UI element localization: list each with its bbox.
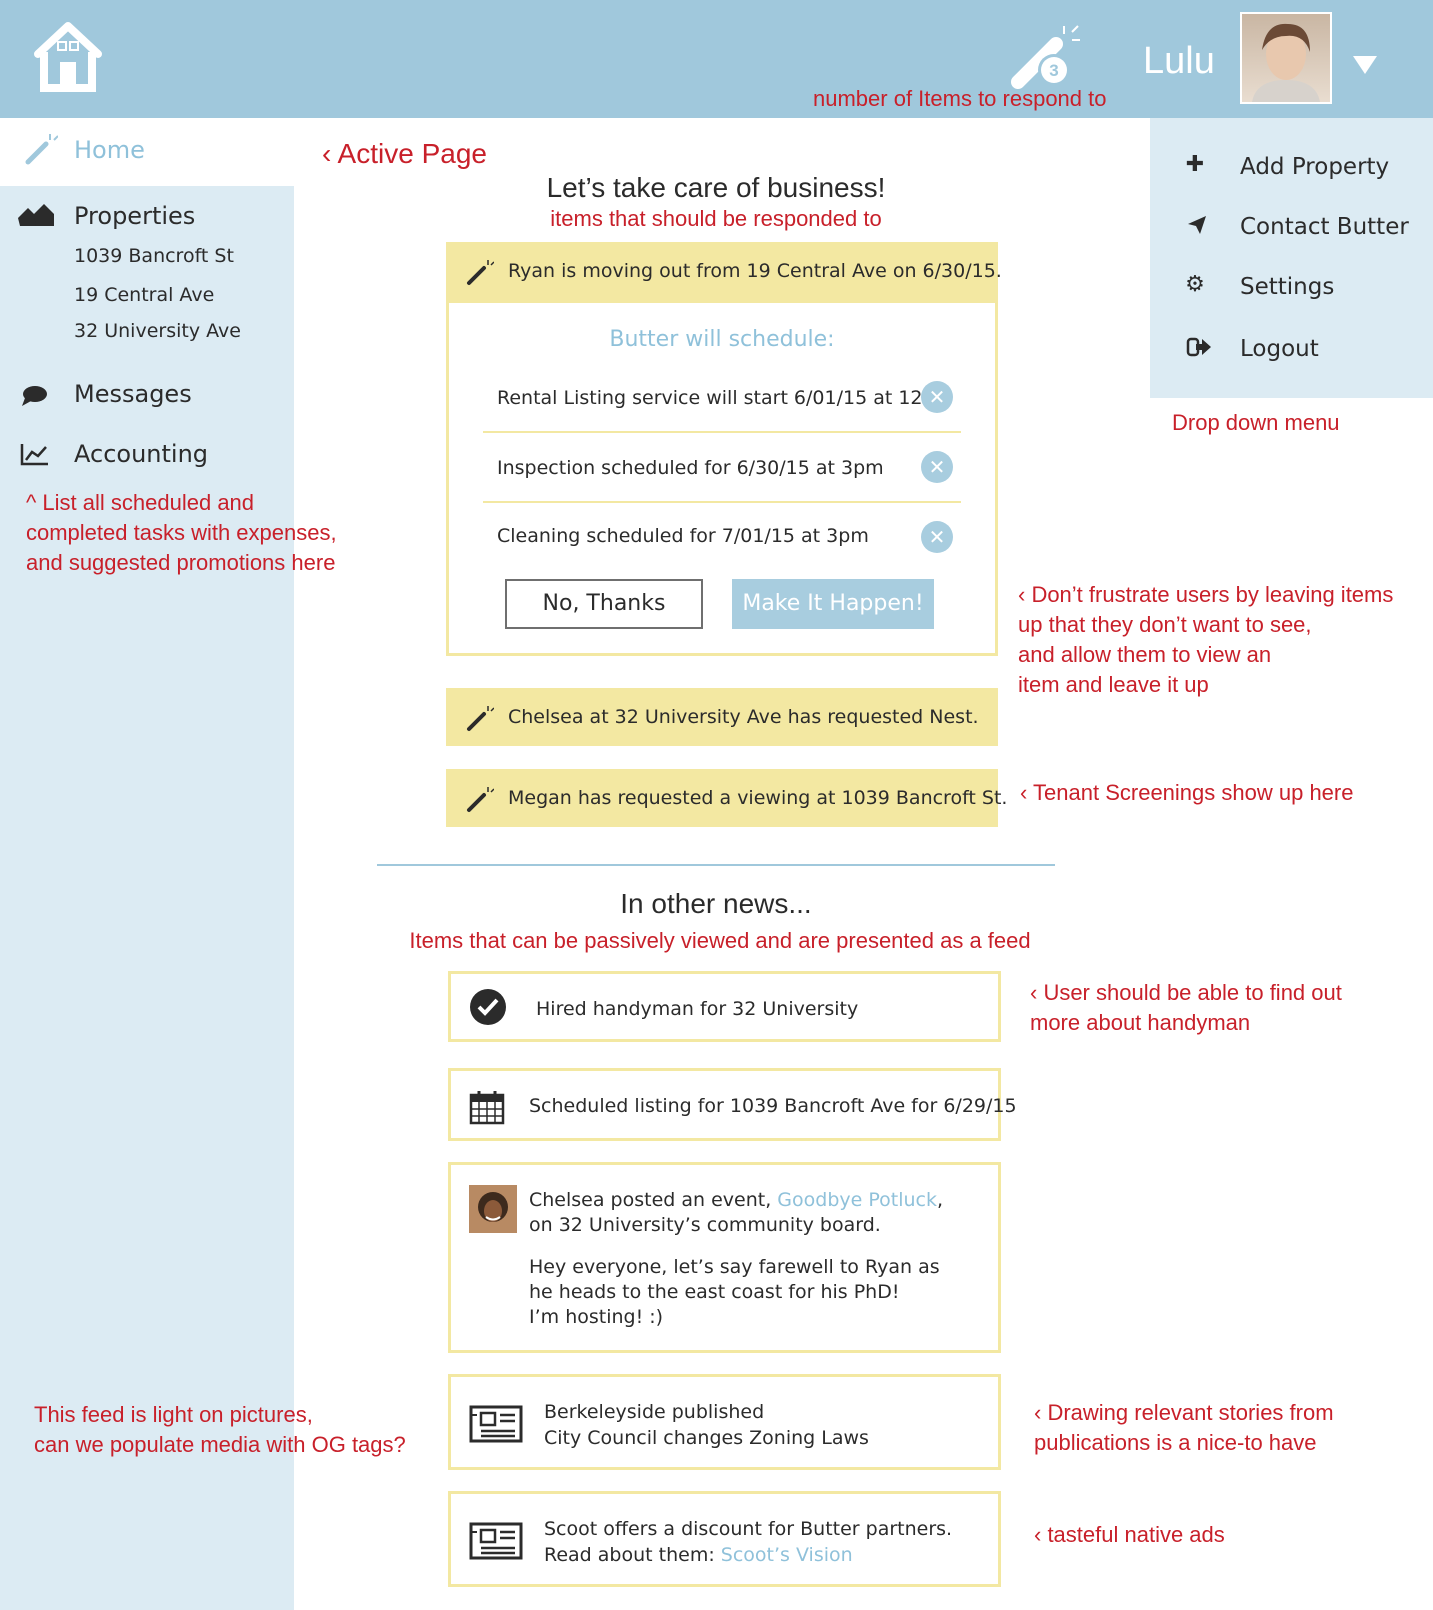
feed-item-event[interactable]: Chelsea posted an event, Goodbye Potluck… <box>448 1162 1001 1353</box>
dropdown-item-label: Contact Butter <box>1240 214 1409 240</box>
wand-icon <box>466 258 495 290</box>
annotation-dropdown: Drop down menu <box>1172 410 1340 435</box>
alert-viewing-request[interactable]: Megan has requested a viewing at 1039 Ba… <box>446 769 1007 827</box>
publication-line1: Berkeleyside published <box>544 1401 765 1423</box>
page-title: Let’s take care of business! <box>546 172 886 203</box>
remove-icon[interactable]: ✕ <box>921 521 953 553</box>
chat-bubble-icon <box>20 384 48 412</box>
ad-line1: Scoot offers a discount for Butter partn… <box>544 1518 953 1540</box>
annotation-ads: ‹ tasteful native ads <box>1034 1522 1225 1547</box>
dropdown-caret-icon[interactable] <box>1353 56 1377 74</box>
schedule-row: Inspection scheduled for 6/30/15 at 3pm … <box>483 433 961 501</box>
dropdown-item-label: Logout <box>1240 336 1319 362</box>
annotation-tenant: ‹ Tenant Screenings show up here <box>1020 780 1354 805</box>
scoots-vision-link[interactable]: Scoot’s Vision <box>721 1544 853 1566</box>
annotation-pictures: This feed is light on pictures, can we p… <box>34 1402 406 1457</box>
wand-icon <box>466 785 495 817</box>
event-body: Hey everyone, let’s say farewell to Ryan… <box>529 1256 940 1328</box>
feed-text: Hired handyman for 32 University <box>536 998 859 1020</box>
feed-item-ad[interactable]: Scoot offers a discount for Butter partn… <box>448 1491 1001 1587</box>
houses-icon <box>16 202 56 232</box>
schedule-row-text: Inspection scheduled for 6/30/15 at 3pm <box>497 457 884 479</box>
make-it-happen-button[interactable]: Make It Happen! <box>732 579 934 629</box>
sidebar-item-accounting[interactable]: Accounting <box>0 436 294 476</box>
wand-icon <box>466 704 495 736</box>
line-chart-icon <box>20 442 50 470</box>
annotation-handyman: ‹ User should be able to find out more a… <box>1030 980 1342 1035</box>
feed-item-handyman[interactable]: Hired handyman for 32 University <box>448 971 1001 1042</box>
home-logo-icon[interactable] <box>30 18 106 94</box>
notification-count: 3 <box>1049 61 1058 80</box>
annotation-active-page: ‹ Active Page <box>322 138 487 169</box>
event-line1: Chelsea posted an event, Goodbye Potluck… <box>529 1189 944 1211</box>
zoning-article-link[interactable]: City Council changes Zoning Laws <box>544 1427 869 1449</box>
schedule-row-text: Rental Listing service will start 6/01/1… <box>497 387 953 409</box>
ad-line2: Read about them: Scoot’s Vision <box>544 1544 853 1566</box>
sidebar-subitem-property[interactable]: 19 Central Ave <box>74 284 214 306</box>
sidebar-item-label: Home <box>74 136 145 164</box>
alert-move-out[interactable]: Ryan is moving out from 19 Central Ave o… <box>446 242 1002 300</box>
goodbye-potluck-link[interactable]: Goodbye Potluck <box>777 1189 937 1211</box>
annotation-respond: items that should be responded to <box>550 206 882 231</box>
paper-plane-icon <box>1186 214 1208 240</box>
gear-icon: ⚙ <box>1185 272 1205 297</box>
annotation-feed: Items that can be passively viewed and a… <box>409 928 1031 953</box>
user-avatar[interactable] <box>1240 12 1332 104</box>
top-header <box>0 0 1433 118</box>
alert-nest-request[interactable]: Chelsea at 32 University Ave has request… <box>446 688 998 746</box>
dropdown-item-label: Add Property <box>1240 154 1390 180</box>
feed-item-listing[interactable]: Scheduled listing for 1039 Bancroft Ave … <box>448 1068 1017 1141</box>
schedule-row-text: Cleaning scheduled for 7/01/15 at 3pm <box>497 525 869 547</box>
alert-text: Chelsea at 32 University Ave has request… <box>508 706 979 728</box>
sidebar-item-label: Accounting <box>74 440 209 468</box>
wand-icon <box>24 132 59 170</box>
schedule-card: Butter will schedule: Rental Listing ser… <box>446 300 998 656</box>
logout-icon <box>1186 336 1212 362</box>
calendar-icon <box>469 1089 505 1129</box>
sidebar-subitem-property[interactable]: 1039 Bancroft St <box>74 245 234 267</box>
feed-text: Scheduled listing for 1039 Bancroft Ave … <box>529 1095 1017 1117</box>
sidebar-item-label: Messages <box>74 380 192 408</box>
sidebar-subitem-property[interactable]: 32 University Ave <box>74 320 241 342</box>
alert-text: Ryan is moving out from 19 Central Ave o… <box>508 260 1002 282</box>
schedule-row: Cleaning scheduled for 7/01/15 at 3pm ✕ <box>483 503 961 567</box>
sidebar-item-home[interactable]: Home <box>0 118 294 186</box>
check-circle-icon <box>469 988 507 1030</box>
newspaper-icon <box>469 1522 523 1564</box>
event-line2: on 32 University’s community board. <box>529 1214 881 1236</box>
user-name: Lulu <box>1143 40 1215 82</box>
newspaper-icon <box>469 1405 523 1447</box>
sidebar-item-properties[interactable]: Properties <box>0 198 294 238</box>
news-heading: In other news... <box>620 888 812 919</box>
chelsea-avatar[interactable] <box>469 1185 517 1233</box>
feed-item-publication[interactable]: Berkeleyside published City Council chan… <box>448 1374 1001 1470</box>
remove-icon[interactable]: ✕ <box>921 451 953 483</box>
no-thanks-button[interactable]: No, Thanks <box>505 579 703 629</box>
schedule-row: Rental Listing service will start 6/01/1… <box>483 363 961 431</box>
sidebar-item-messages[interactable]: Messages <box>0 376 294 416</box>
dropdown-item-label: Settings <box>1240 274 1335 300</box>
schedule-title: Butter will schedule: <box>609 327 835 352</box>
annotation-stories: ‹ Drawing relevant stories from publicat… <box>1034 1400 1334 1455</box>
notifications-wand-icon[interactable]: 3 <box>1010 18 1090 90</box>
remove-icon[interactable]: ✕ <box>921 381 953 413</box>
sidebar-item-label: Properties <box>74 202 196 230</box>
plus-icon: ✚ <box>1185 152 1205 177</box>
section-divider <box>377 864 1055 866</box>
alert-text: Megan has requested a viewing at 1039 Ba… <box>508 787 1008 809</box>
annotation-frustrate: ‹ Don’t frustrate users by leaving items… <box>1018 582 1394 697</box>
annotation-notification-count: number of Items to respond to <box>813 86 1107 111</box>
annotation-sidebar-note: ^ List all scheduled and completed tasks… <box>26 490 337 575</box>
